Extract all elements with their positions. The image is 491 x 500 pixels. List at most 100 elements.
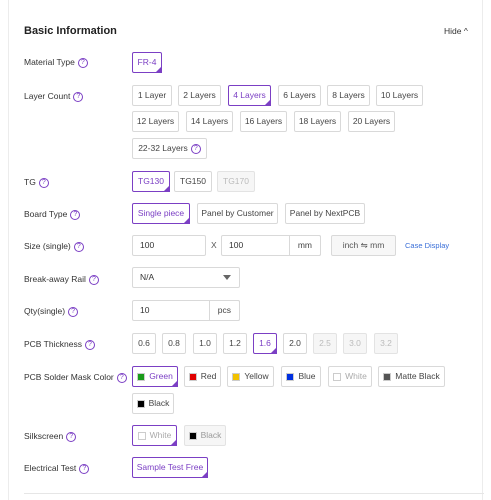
help-icon[interactable]: ? xyxy=(66,431,77,442)
size-height-value: 100 xyxy=(229,240,244,250)
board-type-option[interactable]: Panel by Customer xyxy=(197,203,278,224)
help-icon[interactable]: ? xyxy=(116,372,127,383)
red-swatch xyxy=(188,372,197,381)
mask-option-white[interactable]: White xyxy=(328,366,372,387)
size-text: Size (single) xyxy=(24,241,71,251)
material-type-label: Material Type? xyxy=(24,57,88,68)
chevron-down-icon xyxy=(223,275,231,280)
layer-count-label: Layer Count? xyxy=(24,91,84,102)
mask-option-label: Black xyxy=(148,398,170,408)
unit-switch-button[interactable]: inch ⇋ mm xyxy=(331,235,396,256)
thickness-option[interactable]: 2.5 xyxy=(313,333,337,354)
tg-text: TG xyxy=(24,177,36,187)
silkscreen-option-white[interactable]: White xyxy=(132,425,177,446)
mask-option-green[interactable]: Green xyxy=(132,366,178,387)
help-icon[interactable]: ? xyxy=(73,91,84,102)
break-away-value: N/A xyxy=(140,272,155,282)
thickness-option[interactable]: 3.0 xyxy=(343,333,367,354)
silkscreen-label: Silkscreen? xyxy=(24,431,77,442)
board-type-label: Board Type? xyxy=(24,209,81,220)
thickness-option[interactable]: 1.6 xyxy=(253,333,277,354)
silkscreen-text: Silkscreen xyxy=(24,431,64,441)
black-swatch xyxy=(188,431,197,440)
layer-option[interactable]: 18 Layers xyxy=(294,111,341,132)
thickness-option[interactable]: 0.6 xyxy=(132,333,156,354)
thickness-option[interactable]: 1.0 xyxy=(193,333,217,354)
help-icon[interactable]: ? xyxy=(88,274,99,285)
help-icon[interactable]: ? xyxy=(70,209,81,220)
size-unit: mm xyxy=(288,235,321,256)
help-icon[interactable]: ? xyxy=(73,241,84,252)
silkscreen-option-black[interactable]: Black xyxy=(184,425,226,446)
layer-option[interactable]: 4 Layers xyxy=(228,85,271,106)
tg-option[interactable]: TG150 xyxy=(174,171,212,192)
size-label: Size (single)? xyxy=(24,241,84,252)
mask-option-matte-black[interactable]: Matte Black xyxy=(378,366,445,387)
white-swatch xyxy=(137,431,146,440)
thickness-option[interactable]: 2.0 xyxy=(283,333,307,354)
help-icon[interactable]: ? xyxy=(38,177,49,188)
divider xyxy=(24,493,484,494)
layer-count-text: Layer Count xyxy=(24,91,71,101)
qty-input[interactable]: 10 pcs xyxy=(132,300,240,321)
help-icon[interactable]: ? xyxy=(68,306,79,317)
material-fr4-button[interactable]: FR-4 xyxy=(132,52,162,73)
mask-option-label: Yellow xyxy=(244,371,269,381)
hide-toggle[interactable]: Hide ^ xyxy=(444,26,468,36)
layer-option[interactable]: 6 Layers xyxy=(278,85,321,106)
silkscreen-option-label: White xyxy=(149,430,172,440)
mask-option-blue[interactable]: Blue xyxy=(281,366,321,387)
electrical-test-label: Electrical Test? xyxy=(24,463,90,474)
break-away-text: Break-away Rail xyxy=(24,274,86,284)
layer-option[interactable]: 14 Layers xyxy=(186,111,233,132)
layer-option[interactable]: 20 Layers xyxy=(348,111,395,132)
layer-option[interactable]: 22-32 Layers? xyxy=(132,138,207,159)
qty-unit: pcs xyxy=(208,300,240,321)
layer-option[interactable]: 10 Layers xyxy=(376,85,423,106)
tg-option[interactable]: TG130 xyxy=(132,171,170,192)
mask-color-label: PCB Solder Mask Color? xyxy=(24,372,127,383)
mask-option-yellow[interactable]: Yellow xyxy=(227,366,274,387)
electrical-test-text: Electrical Test xyxy=(24,463,77,473)
black-swatch xyxy=(136,399,145,408)
layer-option[interactable]: 2 Layers xyxy=(178,85,221,106)
layer-option[interactable]: 1 Layer xyxy=(132,85,172,106)
mask-color-text: PCB Solder Mask Color xyxy=(24,372,114,382)
help-icon[interactable]: ? xyxy=(79,463,90,474)
layer-option[interactable]: 16 Layers xyxy=(240,111,287,132)
mask-option-label: Red xyxy=(200,371,217,381)
thickness-text: PCB Thickness xyxy=(24,339,82,349)
mask-option-label: Green xyxy=(149,371,173,381)
break-away-select[interactable]: N/A xyxy=(132,267,240,288)
tg-option[interactable]: TG170 xyxy=(217,171,255,192)
case-display-link[interactable]: Case Display xyxy=(405,241,449,250)
size-width-input[interactable]: 100 xyxy=(132,235,206,256)
board-type-text: Board Type xyxy=(24,209,68,219)
layer-option-label: 22-32 Layers xyxy=(138,143,188,153)
thickness-option[interactable]: 1.2 xyxy=(223,333,247,354)
yellow-swatch xyxy=(232,372,241,381)
board-type-option[interactable]: Panel by NextPCB xyxy=(285,203,365,224)
electrical-test-option[interactable]: Sample Test Free xyxy=(132,457,208,478)
mask-option-red[interactable]: Red xyxy=(184,366,221,387)
green-swatch xyxy=(137,372,146,381)
material-type-text: Material Type xyxy=(24,57,75,67)
thickness-option[interactable]: 0.8 xyxy=(162,333,186,354)
size-times: X xyxy=(211,240,217,250)
help-icon[interactable]: ? xyxy=(190,143,201,154)
help-icon[interactable]: ? xyxy=(77,57,88,68)
board-type-option[interactable]: Single piece xyxy=(132,203,190,224)
mask-option-black[interactable]: Black xyxy=(132,393,174,414)
mask-option-label: Blue xyxy=(298,371,316,381)
help-icon[interactable]: ? xyxy=(84,339,95,350)
qty-text: Qty(single) xyxy=(24,306,66,316)
section-title: Basic Information xyxy=(24,25,117,37)
tg-label: TG? xyxy=(24,177,49,188)
layer-option[interactable]: 12 Layers xyxy=(132,111,179,132)
mask-option-label: Matte Black xyxy=(395,371,440,381)
thickness-option[interactable]: 3.2 xyxy=(374,333,398,354)
blue-swatch xyxy=(286,372,295,381)
size-height-input[interactable]: 100 mm xyxy=(221,235,321,256)
layer-option[interactable]: 8 Layers xyxy=(327,85,370,106)
break-away-label: Break-away Rail? xyxy=(24,274,99,285)
